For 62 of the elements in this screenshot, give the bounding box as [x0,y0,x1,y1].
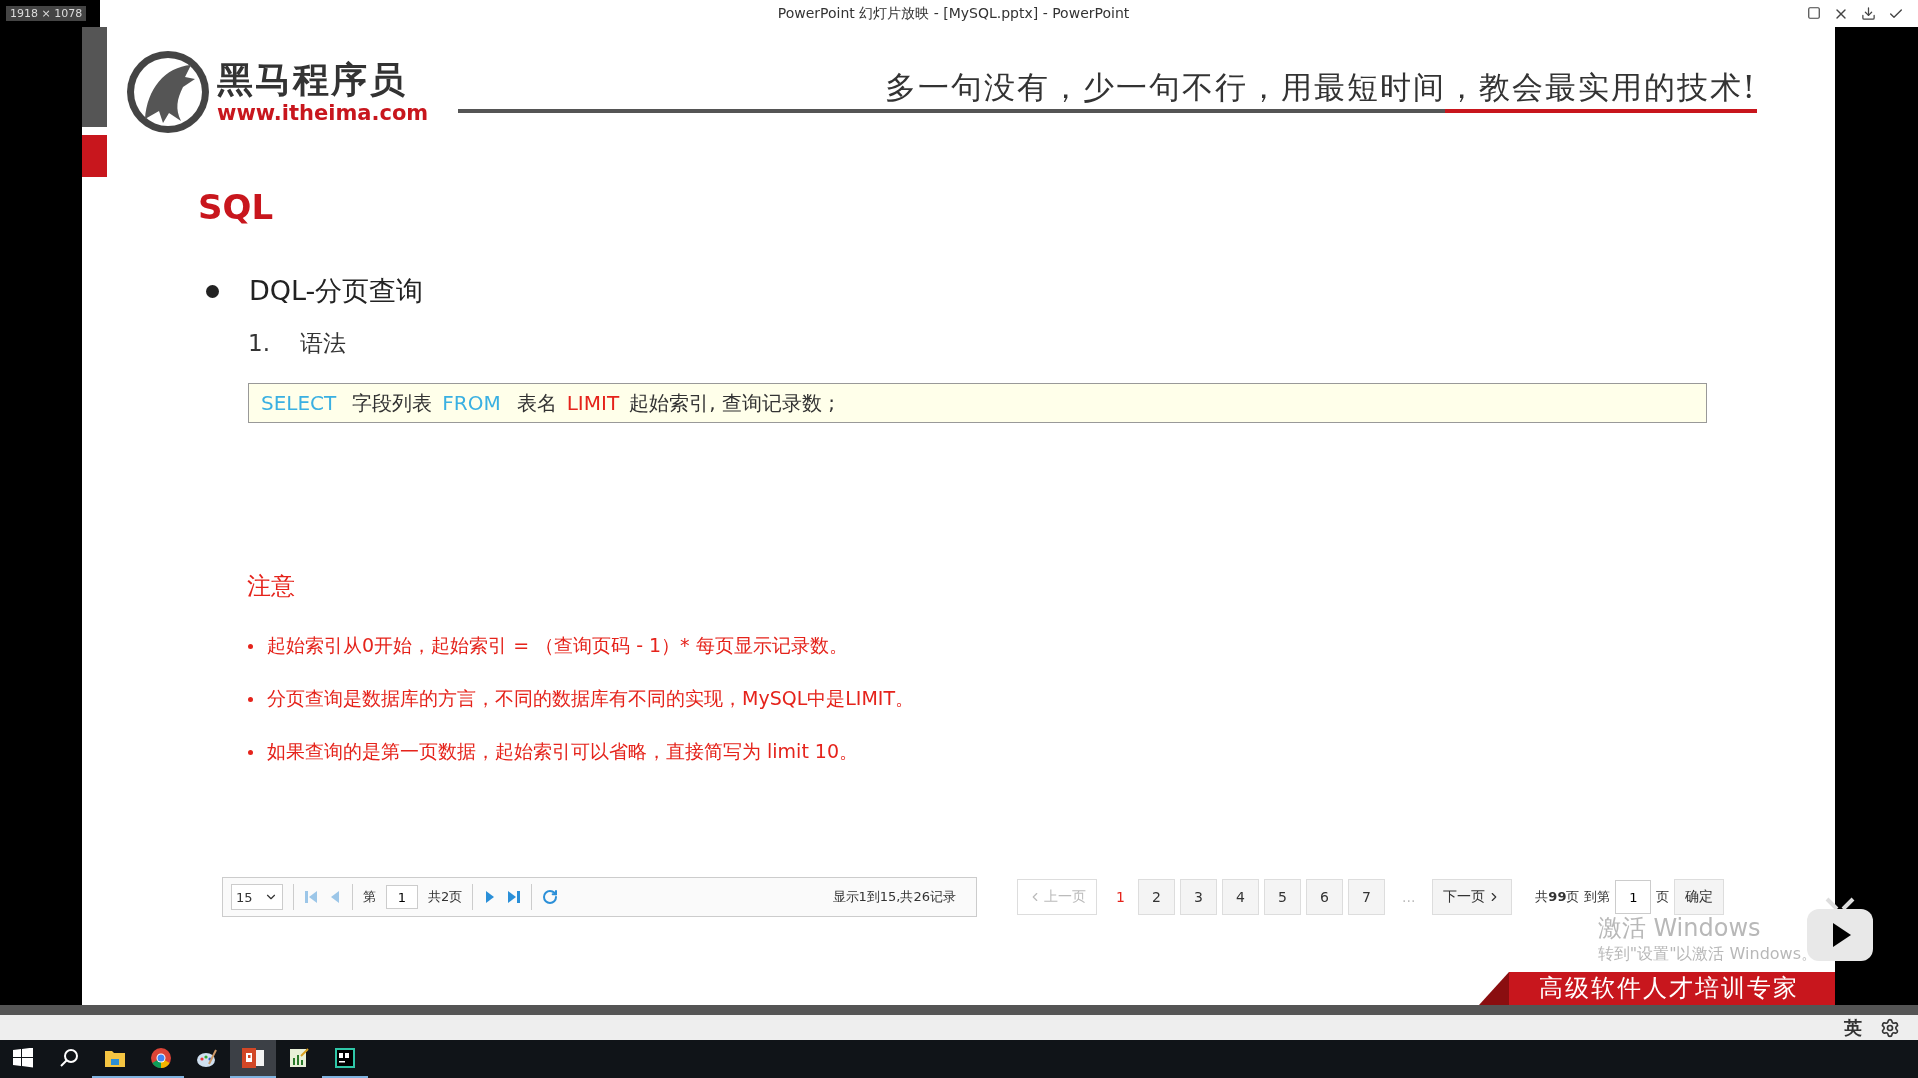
total-pages: 共99页 [1535,888,1580,906]
step-number: 1. [248,330,270,356]
page-label: 第 [363,888,376,906]
page-number[interactable]: 6 [1306,879,1343,915]
note-title: 注意 [247,571,296,602]
horse-logo-icon [125,49,211,135]
total-pages: 共2页 [428,888,463,906]
code-token: LIMIT [566,391,620,415]
last-page-icon[interactable] [507,890,522,904]
database-app-icon[interactable] [335,1048,355,1068]
confirm-button[interactable]: 确定 [1674,879,1725,915]
code-token: 字段列表 [352,389,433,417]
taskbar-item[interactable] [230,1040,276,1078]
page-number[interactable]: 7 [1348,879,1385,915]
download-icon[interactable] [1861,5,1876,21]
folder-icon[interactable] [105,1049,125,1067]
resolution-badge: 1918 × 1078 [6,6,87,21]
refresh-icon[interactable] [542,889,559,905]
bullet-icon [248,749,253,755]
palette-icon[interactable] [197,1048,217,1068]
step-label: 语法 [299,328,346,358]
windows-icon[interactable] [13,1048,33,1068]
restore-icon[interactable] [1807,5,1821,20]
page-input[interactable]: 1 [386,885,418,909]
window-title: PowerPoint 幻灯片放映 - [MySQL.pptx] - PowerPoint [776,4,1131,23]
note-text: 起始索引从0开始，起始索引 = （查询页码 - 1）* 每页显示记录数。 [267,633,848,658]
code-token: FROM [442,391,501,415]
ime-mode: 英 [1844,1015,1862,1040]
goto-label: 到第 [1584,888,1611,906]
bullet-text: DQL-分页查询 [249,274,424,308]
page-number[interactable]: 1 [1102,879,1139,915]
logo-url: www.itheima.com [217,101,429,125]
settings-icon[interactable] [1880,1017,1900,1038]
slogan-banner: 高级软件人才培训专家 [1479,972,1835,1005]
code-token: 表名 [516,389,557,417]
note-text: 分页查询是数据库的方言，不同的数据库有不同的实现，MySQL中是LIMIT。 [267,686,915,711]
code-token: 起始索引, 查询记录数 ; [629,389,835,417]
page-suffix: 页 [1656,888,1670,906]
next-button[interactable]: 下一页 [1432,879,1513,915]
bullet-icon [206,284,219,298]
logo-name: 黑马程序员 [217,59,408,101]
record-summary: 显示1到15,共26记录 [832,888,956,906]
ellipsis: ... [1401,889,1417,905]
page-number[interactable]: 5 [1264,879,1301,915]
slide-decoration [82,135,107,177]
slide-heading: SQL [198,186,275,229]
page-number[interactable]: 2 [1138,879,1175,915]
slogan: 多一句没有，少一句不行，用最短时间，教会最实用的技术! [883,68,1757,107]
page-size-select[interactable]: 15 [231,884,283,910]
activation-title: 激活 Windows [1597,913,1762,944]
note-text: 如果查询的是第一页数据，起始索引可以省略，直接简写为 limit 10。 [267,739,859,764]
activation-hint: 转到"设置"以激活 Windows。 [1597,944,1817,965]
bullet-icon [248,696,253,702]
code-token: SELECT [261,391,337,415]
page-number[interactable]: 3 [1180,879,1217,915]
browser-icon[interactable] [151,1048,171,1068]
goto-input[interactable]: 1 [1615,880,1652,914]
search-icon[interactable] [59,1048,79,1068]
presentation-icon[interactable] [242,1048,264,1068]
chart-document-icon[interactable] [289,1048,309,1068]
page-number[interactable]: 4 [1222,879,1259,915]
bullet-icon [248,643,253,649]
